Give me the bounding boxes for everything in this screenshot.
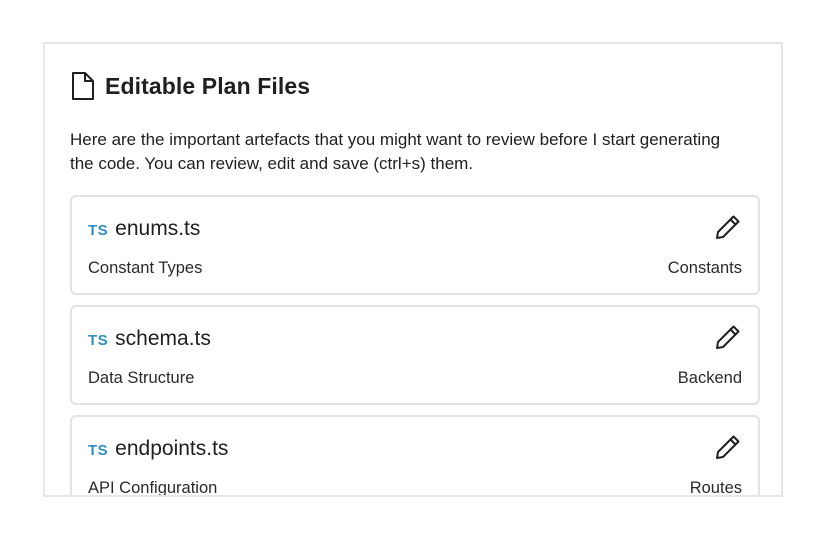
file-name-row: TS endpoints.ts	[88, 437, 228, 465]
file-name-row: TS schema.ts	[88, 327, 211, 355]
file-description: Constant Types	[88, 259, 203, 277]
file-card-endpoints[interactable]: TS endpoints.ts API Configuration Routes	[70, 415, 760, 497]
file-description: API Configuration	[88, 479, 218, 497]
file-name: enums.ts	[115, 217, 201, 240]
pencil-icon	[716, 215, 740, 239]
typescript-badge: TS	[88, 222, 109, 239]
file-name: endpoints.ts	[115, 437, 229, 460]
edit-file-button[interactable]	[712, 211, 744, 243]
file-category: Constants	[667, 259, 742, 277]
file-category: Routes	[689, 479, 742, 497]
file-description: Data Structure	[88, 369, 195, 387]
file-card-enums[interactable]: TS enums.ts Constant Types Constants	[70, 195, 760, 295]
edit-file-button[interactable]	[712, 321, 744, 353]
typescript-badge: TS	[88, 442, 109, 459]
panel-title: Editable Plan Files	[105, 72, 311, 99]
editable-plan-files-panel: Editable Plan Files Here are the importa…	[43, 42, 783, 497]
typescript-badge: TS	[88, 332, 109, 349]
document-icon	[70, 71, 96, 101]
panel-description: Here are the important artefacts that yo…	[70, 130, 721, 173]
pencil-icon	[716, 325, 740, 349]
file-card-schema[interactable]: TS schema.ts Data Structure Backend	[70, 305, 760, 405]
edit-file-button[interactable]	[712, 431, 744, 463]
panel-header: Editable Plan Files	[70, 70, 310, 102]
file-name: schema.ts	[115, 327, 211, 350]
file-category: Backend	[677, 369, 742, 387]
file-list: TS enums.ts Constant Types Constants TS …	[70, 195, 760, 497]
pencil-icon	[716, 435, 740, 459]
file-name-row: TS enums.ts	[88, 217, 200, 245]
